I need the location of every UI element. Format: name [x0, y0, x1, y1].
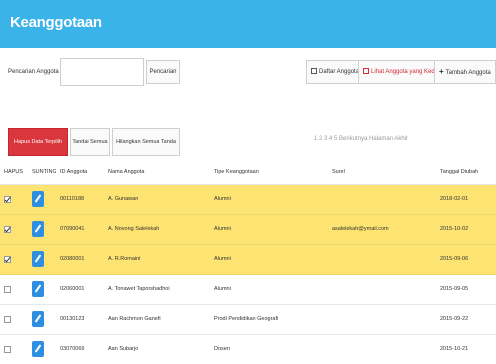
list-icon: [363, 68, 369, 74]
updated-date: 2018-02-01: [436, 184, 496, 215]
updated-date: 2015-10-02: [436, 214, 496, 245]
col-member-id[interactable]: ID Anggota: [56, 160, 104, 185]
mark-all-button[interactable]: Tandai Semua: [70, 128, 110, 156]
membership-type: Prodi Pendidikan Geografi: [210, 304, 328, 335]
edit-icon[interactable]: [32, 221, 44, 237]
edit-icon[interactable]: [32, 251, 44, 267]
member-email: [328, 244, 436, 275]
page-title: Keanggotaan: [10, 14, 102, 31]
delete-selected-button[interactable]: Hapus Data Terpilih: [8, 128, 68, 156]
col-email[interactable]: Surel: [328, 160, 436, 185]
edit-icon[interactable]: [32, 281, 44, 297]
member-id: 02080001: [56, 244, 104, 275]
table-row: 00130123 Aan Rachmon Ganefi Prodi Pendid…: [0, 304, 496, 335]
pagination[interactable]: 1 2 3 4 5 Berikutnya Halaman Akhir: [314, 136, 408, 142]
member-name[interactable]: A. Novong Salelekah: [104, 214, 210, 245]
member-name[interactable]: A. R.Romaini: [104, 244, 210, 275]
edit-icon[interactable]: [32, 311, 44, 327]
membership-type: Dosen: [210, 334, 328, 364]
edit-icon[interactable]: [32, 191, 44, 207]
add-member-button[interactable]: + Tambah Anggota: [434, 60, 496, 84]
member-id: 00110188: [56, 184, 104, 215]
col-updated[interactable]: Tanggal Diubah: [436, 160, 496, 185]
table-header-row: HAPUS SUNTING ID Anggota Nama Anggota Ti…: [0, 160, 496, 185]
updated-date: 2015-09-22: [436, 304, 496, 335]
col-delete: HAPUS: [0, 160, 28, 185]
delete-checkbox[interactable]: [4, 195, 11, 203]
members-table: HAPUS SUNTING ID Anggota Nama Anggota Ti…: [0, 160, 496, 364]
table-row: 02080001 A. R.Romaini Alumni 2015-09-06: [0, 244, 496, 275]
member-email: asalelekah@ymail.com: [328, 214, 436, 245]
member-list-button[interactable]: Daftar Anggota: [306, 60, 365, 84]
delete-checkbox[interactable]: [4, 285, 11, 293]
delete-checkbox[interactable]: [4, 225, 11, 233]
unmark-all-button[interactable]: Hilangkan Semua Tanda: [112, 128, 180, 156]
member-list-label: Daftar Anggota: [319, 69, 360, 75]
col-membership-type[interactable]: Tipe Keanggotaan: [210, 160, 328, 185]
list-icon: [311, 68, 317, 74]
bulk-actions: Hapus Data Terpilih Tandai Semua Hilangk…: [0, 128, 496, 158]
member-email: [328, 304, 436, 335]
plus-icon: +: [439, 67, 444, 76]
member-email: [328, 334, 436, 364]
member-id: 07090041: [56, 214, 104, 245]
updated-date: 2015-09-06: [436, 244, 496, 275]
search-label: Pencarian Anggota :: [8, 69, 63, 75]
col-edit: SUNTING: [28, 160, 56, 185]
membership-type: Alumni: [210, 244, 328, 275]
member-id: 00130123: [56, 304, 104, 335]
updated-date: 2015-10-21: [436, 334, 496, 364]
table-row: 02060001 A. Tonawet Taporshadhoi Alumni …: [0, 274, 496, 305]
member-id: 03070069: [56, 334, 104, 364]
member-email: [328, 274, 436, 305]
search-button[interactable]: Pencarian: [146, 60, 180, 84]
updated-date: 2015-09-05: [436, 274, 496, 305]
delete-checkbox[interactable]: [4, 315, 11, 323]
add-member-label: Tambah Anggota: [445, 70, 491, 76]
member-email: [328, 184, 436, 215]
search-input[interactable]: [60, 58, 144, 86]
membership-type: Alumni: [210, 214, 328, 245]
member-name[interactable]: A. Gunawan: [104, 184, 210, 215]
member-name[interactable]: Aan Subarjo: [104, 334, 210, 364]
member-id: 02060001: [56, 274, 104, 305]
col-member-name[interactable]: Nama Anggota: [104, 160, 210, 185]
membership-type: Alumni: [210, 184, 328, 215]
table-row: 07090041 A. Novong Salelekah Alumni asal…: [0, 214, 496, 245]
member-name[interactable]: A. Tonawet Taporshadhoi: [104, 274, 210, 305]
membership-type: Alumni: [210, 274, 328, 305]
app-header: Keanggotaan: [0, 0, 496, 48]
search-toolbar: Pencarian Anggota : Pencarian Daftar Ang…: [0, 58, 496, 90]
member-name[interactable]: Aan Rachmon Ganefi: [104, 304, 210, 335]
table-row: 00110188 A. Gunawan Alumni 2018-02-01: [0, 184, 496, 215]
delete-checkbox[interactable]: [4, 345, 11, 353]
table-row: 03070069 Aan Subarjo Dosen 2015-10-21: [0, 334, 496, 364]
edit-icon[interactable]: [32, 341, 44, 357]
delete-checkbox[interactable]: [4, 255, 11, 263]
